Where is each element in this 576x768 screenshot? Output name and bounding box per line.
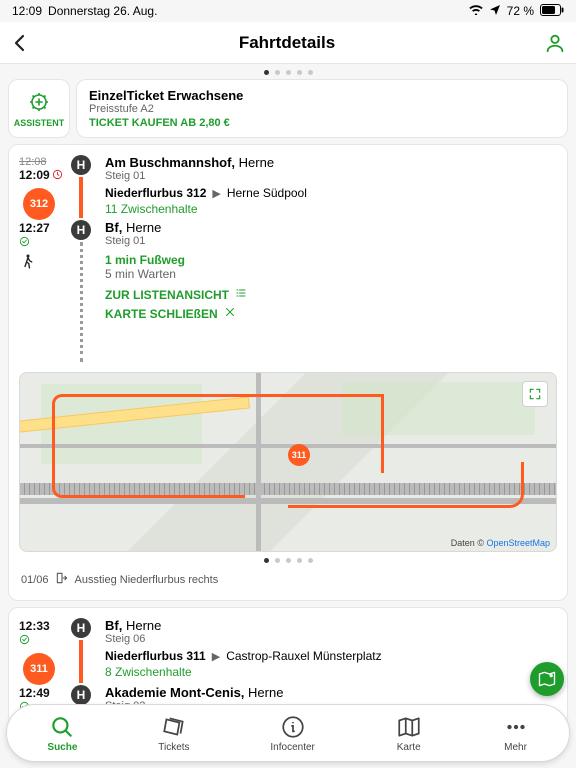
check-icon xyxy=(19,235,30,249)
tab-label: Infocenter xyxy=(270,742,314,753)
tab-mehr[interactable]: Mehr xyxy=(503,714,529,753)
exit-page-indicator: 01/06 xyxy=(21,574,49,586)
map-attribution: Daten © OpenStreetMap xyxy=(451,538,550,548)
exit-info: 01/06 Ausstieg Niederflurbus rechts xyxy=(19,565,557,590)
departure-time-actual: 12:09 xyxy=(19,168,50,182)
tickets-icon xyxy=(161,714,187,740)
walk-line-icon xyxy=(80,242,83,362)
tab-label: Mehr xyxy=(504,742,527,753)
more-icon xyxy=(503,714,529,740)
location-icon xyxy=(489,4,501,19)
walk-icon xyxy=(19,253,37,271)
to-stop: Bf, Herne xyxy=(105,220,557,235)
page-dots-top xyxy=(0,64,576,79)
exit-side-icon xyxy=(55,571,69,588)
walk-time: 1 min Fußweg xyxy=(105,253,557,267)
tab-suche[interactable]: Suche xyxy=(47,714,77,753)
ticket-card[interactable]: EinzelTicket Erwachsene Preisstufe A2 TI… xyxy=(76,79,568,138)
clock-icon xyxy=(52,168,63,182)
dot-icon xyxy=(308,70,313,75)
route-name: Niederflurbus 311 xyxy=(105,649,206,663)
dot-icon xyxy=(297,70,302,75)
from-platform: Steig 01 xyxy=(105,170,557,182)
tab-bar: Suche Tickets Infocenter Karte Mehr xyxy=(6,704,570,762)
fullscreen-button[interactable] xyxy=(522,381,548,407)
assistent-label: ASSISTENT xyxy=(14,118,65,128)
to-stop: Akademie Mont-Cenis, Herne xyxy=(105,685,557,700)
wait-time: 5 min Warten xyxy=(105,267,557,281)
stop-node-icon: H xyxy=(71,220,91,240)
search-icon xyxy=(49,714,75,740)
status-battery-text: 72 % xyxy=(507,4,534,18)
dot-icon xyxy=(264,558,269,563)
list-icon xyxy=(235,287,247,302)
status-bar: 12:09 Donnerstag 26. Aug. 72 % xyxy=(0,0,576,22)
ticket-cta: TICKET KAUFEN AB 2,80 € xyxy=(89,117,555,129)
tab-label: Suche xyxy=(47,742,77,753)
info-icon xyxy=(280,714,306,740)
arrival-time: 12:49 xyxy=(19,686,50,700)
tab-tickets[interactable]: Tickets xyxy=(158,714,189,753)
wifi-icon xyxy=(469,4,483,18)
route-info[interactable]: Niederflurbus 312 ▶ Herne Südpool xyxy=(105,186,557,200)
tab-label: Tickets xyxy=(158,742,189,753)
ticket-title: EinzelTicket Erwachsene xyxy=(89,88,555,103)
tab-infocenter[interactable]: Infocenter xyxy=(270,714,314,753)
from-stop: Bf, Herne xyxy=(105,618,557,633)
header: Fahrtdetails xyxy=(0,22,576,64)
dot-icon xyxy=(286,558,291,563)
intermediate-stops[interactable]: 11 Zwischenhalte xyxy=(105,202,557,216)
dot-icon xyxy=(297,558,302,563)
route-destination: Castrop-Rauxel Münsterplatz xyxy=(226,649,381,663)
dot-icon xyxy=(264,70,269,75)
dot-icon xyxy=(286,70,291,75)
arrow-right-icon: ▶ xyxy=(212,187,220,200)
tab-label: Karte xyxy=(397,742,421,753)
line-badge: 312 xyxy=(23,188,55,220)
arrow-right-icon: ▶ xyxy=(212,650,220,663)
close-map-link[interactable]: KARTE SCHLIEßEN xyxy=(105,306,557,321)
stop-node-icon: H xyxy=(71,618,91,638)
list-view-link[interactable]: ZUR LISTENANSICHT xyxy=(105,287,557,302)
dot-icon xyxy=(275,558,280,563)
journey-segment-1: 12:08 12:09 312 H Am Buschmannshof, Hern… xyxy=(8,144,568,601)
to-platform: Steig 01 xyxy=(105,235,557,247)
line-badge: 311 xyxy=(23,653,55,685)
page-title: Fahrtdetails xyxy=(30,33,544,53)
dot-icon xyxy=(308,558,313,563)
profile-button[interactable] xyxy=(544,32,566,54)
departure-time-scheduled: 12:08 xyxy=(19,156,63,168)
from-platform: Steig 06 xyxy=(105,633,557,645)
ticket-subtitle: Preisstufe A2 xyxy=(89,103,555,115)
route-map[interactable]: 311 Daten © OpenStreetMap xyxy=(19,372,557,552)
arrival-time: 12:27 xyxy=(19,221,50,235)
status-time: 12:09 xyxy=(12,4,42,18)
intermediate-stops[interactable]: 8 Zwischenhalte xyxy=(105,665,557,679)
close-icon xyxy=(224,306,236,321)
stop-node-icon: H xyxy=(71,155,91,175)
show-on-map-button[interactable] xyxy=(530,662,564,696)
stop-node-icon: H xyxy=(71,685,91,705)
back-button[interactable] xyxy=(10,33,30,53)
status-date: Donnerstag 26. Aug. xyxy=(48,4,157,18)
assistent-button[interactable]: ASSISTENT xyxy=(8,79,70,138)
route-line-icon xyxy=(79,177,83,218)
route-name: Niederflurbus 312 xyxy=(105,186,206,200)
map-icon xyxy=(396,714,422,740)
map-page-dots xyxy=(19,554,557,565)
departure-time-actual: 12:33 xyxy=(19,619,50,633)
battery-icon xyxy=(540,4,564,19)
from-stop: Am Buschmannshof, Herne xyxy=(105,155,557,170)
check-icon xyxy=(19,633,30,647)
dot-icon xyxy=(275,70,280,75)
route-line-icon xyxy=(79,640,83,683)
gear-plus-icon xyxy=(27,90,51,114)
exit-info-text: Ausstieg Niederflurbus rechts xyxy=(75,574,219,586)
route-destination: Herne Südpool xyxy=(227,186,307,200)
tab-karte[interactable]: Karte xyxy=(396,714,422,753)
osm-link[interactable]: OpenStreetMap xyxy=(486,538,550,548)
route-info[interactable]: Niederflurbus 311 ▶ Castrop-Rauxel Münst… xyxy=(105,649,557,663)
